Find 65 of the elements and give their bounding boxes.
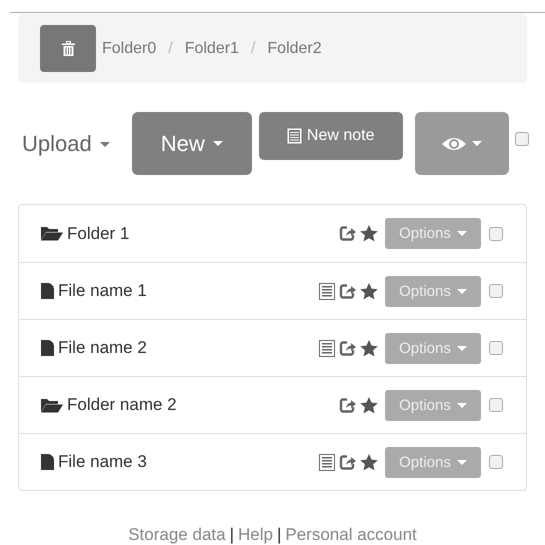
footer-link[interactable]: Personal account [285, 525, 417, 544]
file-row[interactable]: Folder 1 Options [19, 205, 526, 262]
file-name: File name 3 [58, 452, 147, 472]
footer-link[interactable]: Help [238, 525, 273, 544]
caret-icon [472, 141, 482, 146]
file-name: File name 2 [58, 338, 147, 358]
row-checkbox[interactable] [489, 226, 503, 240]
star-icon[interactable] [360, 396, 378, 414]
row-checkbox[interactable] [489, 284, 503, 298]
file-row[interactable]: File name 2 Options [19, 319, 526, 376]
row-checkbox[interactable] [489, 341, 503, 355]
caret-icon [456, 402, 467, 408]
breadcrumb-separator: / [168, 40, 173, 58]
caret-icon [456, 288, 467, 294]
star-icon[interactable] [360, 282, 378, 300]
folder-icon [41, 398, 63, 412]
options-dropdown[interactable]: Options [385, 332, 481, 364]
options-dropdown[interactable]: Options [385, 276, 481, 306]
share-icon[interactable] [339, 282, 356, 300]
file-row[interactable]: File name 3 Options [19, 433, 526, 490]
upload-dropdown[interactable]: Upload [22, 131, 110, 157]
options-dropdown[interactable]: Options [385, 218, 481, 249]
share-icon[interactable] [339, 454, 356, 470]
new-note-button[interactable]: New note [258, 112, 403, 160]
footer-separator: | [230, 525, 234, 544]
star-icon[interactable] [360, 454, 378, 470]
star-icon[interactable] [360, 340, 378, 356]
breadcrumb-link[interactable]: Folder0 [102, 40, 156, 58]
view-dropdown[interactable] [414, 112, 509, 175]
trash-icon [62, 41, 74, 56]
share-icon[interactable] [339, 396, 356, 414]
note-icon[interactable] [319, 340, 335, 356]
share-icon[interactable] [339, 225, 356, 242]
options-dropdown[interactable]: Options [385, 390, 481, 420]
caret-icon [456, 460, 467, 464]
new-dropdown[interactable]: New [132, 112, 252, 175]
delete-button[interactable] [40, 25, 96, 72]
document-icon [41, 454, 54, 470]
breadcrumb-link[interactable]: Folder1 [184, 40, 239, 58]
eye-icon [441, 136, 468, 152]
document-icon [41, 283, 54, 299]
file-name: File name 1 [58, 281, 147, 301]
options-dropdown[interactable]: Options [385, 446, 481, 478]
file-name: Folder 1 [67, 224, 130, 244]
select-all-checkbox[interactable] [514, 132, 529, 146]
file-row[interactable]: Folder name 2 Options [19, 376, 526, 433]
share-icon[interactable] [339, 340, 356, 356]
note-icon [286, 128, 302, 144]
note-icon[interactable] [319, 454, 335, 470]
folder-icon [41, 226, 63, 241]
row-checkbox[interactable] [489, 455, 503, 469]
note-icon[interactable] [319, 282, 335, 300]
footer-link[interactable]: Storage data [128, 525, 226, 544]
footer-separator: | [276, 525, 282, 544]
document-icon [41, 340, 54, 356]
caret-icon [456, 231, 467, 236]
file-row[interactable]: File name 1 Options [19, 262, 526, 319]
caret-icon [212, 141, 223, 146]
star-icon[interactable] [360, 225, 378, 242]
breadcrumb-link[interactable]: Folder2 [267, 40, 322, 58]
caret-icon [100, 142, 110, 146]
caret-icon [456, 346, 467, 350]
breadcrumb-separator: / [250, 40, 256, 58]
file-name: Folder name 2 [67, 395, 177, 415]
row-checkbox[interactable] [489, 398, 503, 412]
